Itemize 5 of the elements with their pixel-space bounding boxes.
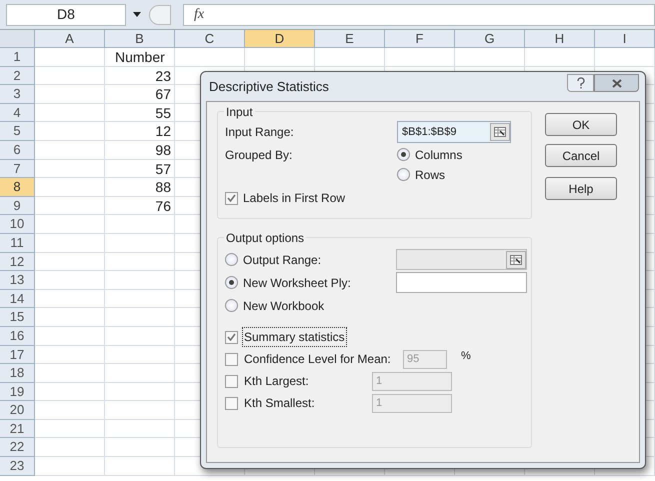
field-label: Grouped By: — [225, 146, 294, 164]
dialog-title: Descriptive Statistics — [209, 78, 330, 96]
unit-label: % — [461, 348, 471, 364]
field-label: Input Range: — [225, 124, 295, 141]
field-value: $B$1:$B$9 — [401, 124, 458, 140]
